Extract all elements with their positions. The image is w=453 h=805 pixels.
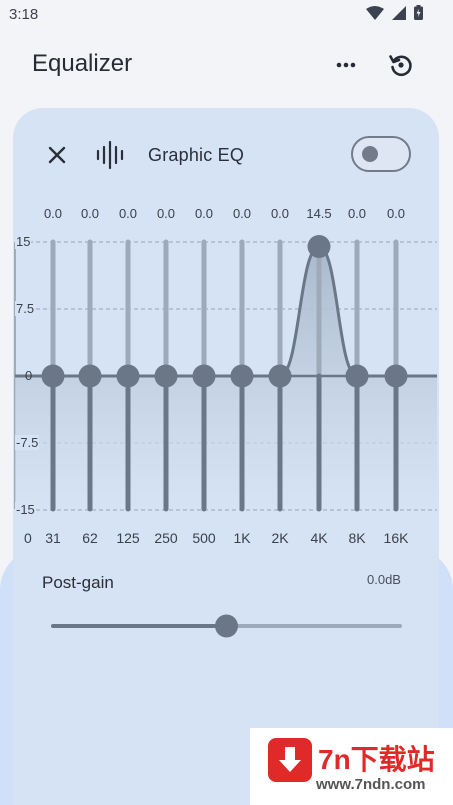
eq-band-thumb[interactable] — [116, 364, 140, 388]
eq-band-thumb[interactable] — [41, 364, 65, 388]
download-logo-icon — [268, 738, 312, 782]
band-value-label: 0.0 — [80, 206, 100, 221]
eq-band-thumb[interactable] — [78, 364, 102, 388]
eq-band-thumb[interactable] — [230, 364, 254, 388]
post-gain-label: Post-gain — [42, 573, 114, 592]
band-value-label: 0.0 — [232, 206, 252, 221]
band-frequency-label: 8K — [348, 530, 366, 546]
db-scale-label: -7.5 — [15, 435, 40, 450]
band-frequency-label: 31 — [45, 530, 61, 546]
band-value-label: 0.0 — [347, 206, 367, 221]
watermark: 7n下载站 www.7ndn.com — [250, 728, 453, 805]
band-frequency-label: 2K — [271, 530, 289, 546]
watermark-url: www.7ndn.com — [316, 776, 426, 793]
eq-curve-fill — [15, 246, 437, 509]
band-value-label: 0.0 — [270, 206, 290, 221]
band-frequency-label: 125 — [116, 530, 140, 546]
eq-band-thumb[interactable] — [192, 364, 216, 388]
band-value-label: 0.0 — [386, 206, 406, 221]
eq-band-thumb[interactable] — [345, 364, 369, 388]
eq-band-thumb[interactable] — [154, 364, 178, 388]
band-frequency-label: 500 — [192, 530, 216, 546]
watermark-title: 7n下载站 — [318, 744, 435, 775]
band-value-label: 0.0 — [118, 206, 138, 221]
eq-band-thumb[interactable] — [268, 364, 292, 388]
db-scale-label: 7.5 — [15, 301, 36, 316]
band-frequency-label: 16K — [383, 530, 409, 546]
band-value-label: 0.0 — [194, 206, 214, 221]
post-gain-value: 0.0dB — [367, 572, 401, 587]
db-scale-label: 0 — [25, 368, 33, 383]
band-value-label: 14.5 — [306, 206, 332, 221]
axis-zero-label: 0 — [24, 530, 32, 546]
band-frequency-label: 62 — [82, 530, 98, 546]
band-value-label: 0.0 — [43, 206, 63, 221]
band-frequency-label: 4K — [310, 530, 328, 546]
db-scale-label: 15 — [15, 234, 32, 249]
eq-band-thumb[interactable] — [384, 364, 408, 388]
post-gain-slider[interactable] — [0, 605, 453, 649]
eq-curve-line — [15, 244, 437, 378]
db-scale-label: -15 — [15, 502, 36, 517]
band-frequency-label: 1K — [233, 530, 251, 546]
eq-graph — [14, 234, 437, 512]
post-gain-thumb[interactable] — [215, 614, 238, 638]
eq-band-thumb[interactable] — [307, 234, 331, 258]
band-value-label: 0.0 — [156, 206, 176, 221]
band-frequency-label: 250 — [154, 530, 178, 546]
